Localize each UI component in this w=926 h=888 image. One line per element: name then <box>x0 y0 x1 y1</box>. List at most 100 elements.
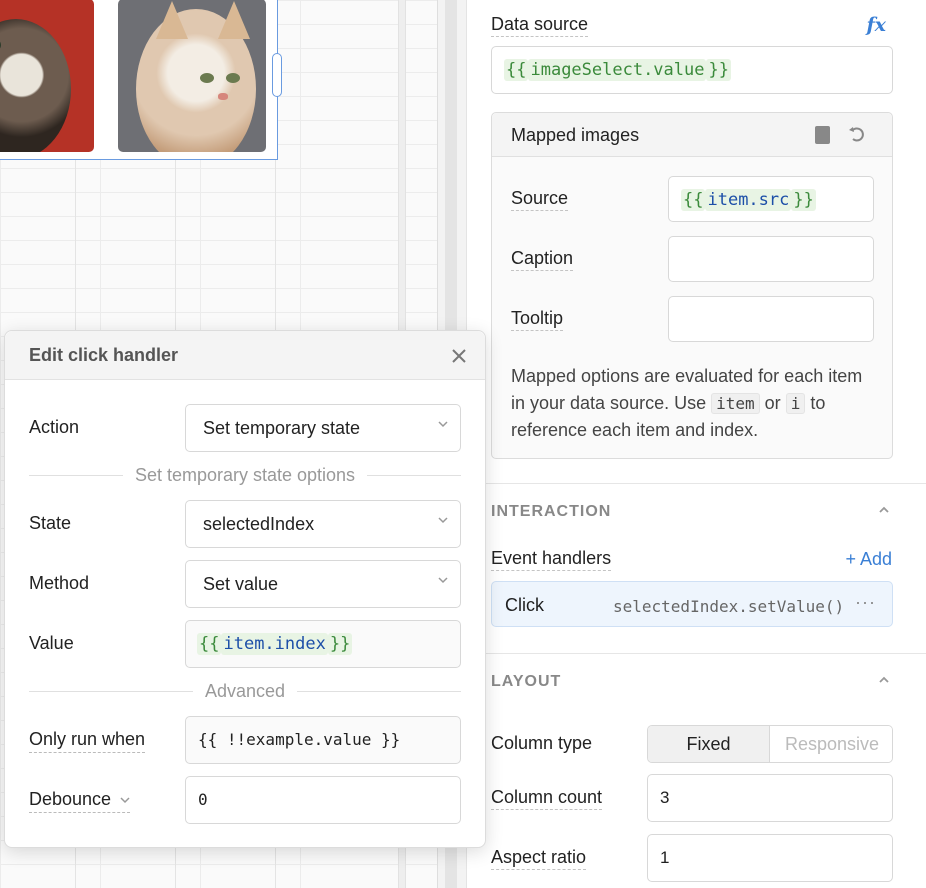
template-close-brace: }} <box>706 59 731 81</box>
code-chip-item: item <box>711 393 760 414</box>
kitten-photo-2[interactable] <box>118 0 266 152</box>
value-label: Value <box>29 633 74 653</box>
only-run-when-placeholder: {{ !!example.value }} <box>198 730 401 749</box>
tooltip-input[interactable] <box>668 296 874 342</box>
kitten-eye <box>200 73 214 83</box>
advanced-separator: Advanced <box>29 681 461 701</box>
mapped-images-section: Mapped images Source {{item.src}} Captio… <box>491 112 893 459</box>
popover-title: Edit click handler <box>29 345 179 365</box>
aspect-ratio-value: 1 <box>660 848 670 867</box>
state-row: State selectedIndex <box>29 500 461 548</box>
edit-click-handler-popover: Edit click handler Action Set temporary … <box>4 330 486 848</box>
popover-header: Edit click handler <box>5 331 485 380</box>
reset-icon[interactable] <box>848 125 866 143</box>
code-chip-i: i <box>785 393 806 414</box>
template-close-brace: }} <box>791 189 816 211</box>
kitten-ear <box>156 1 188 39</box>
method-value: Set value <box>203 574 279 594</box>
debounce-label-text: Debounce <box>29 789 112 809</box>
kitten-photo-1[interactable] <box>0 0 94 152</box>
state-options-separator: Set temporary state options <box>29 465 461 485</box>
aspect-ratio-input[interactable]: 1 <box>647 834 893 882</box>
event-handler-row[interactable]: Click selectedIndex.setValue() ··· <box>491 581 893 627</box>
add-event-handler-button[interactable]: + Add <box>845 549 892 570</box>
handler-event: Click <box>505 595 544 615</box>
divider <box>467 653 926 654</box>
action-label: Action <box>29 417 80 437</box>
close-icon[interactable] <box>451 348 467 364</box>
debounce-value: 0 <box>198 790 208 809</box>
value-code: {{item.index}} <box>197 633 353 655</box>
only-run-when-label: Only run when <box>29 729 146 753</box>
state-select[interactable]: selectedIndex <box>185 500 461 548</box>
action-select[interactable]: Set temporary state <box>185 404 461 452</box>
separator-label-wrap: Set temporary state options <box>29 465 461 486</box>
chevron-down-icon <box>438 577 448 584</box>
separator-label: Advanced <box>192 681 298 701</box>
kitten-nose <box>218 93 228 100</box>
more-options-icon[interactable]: ··· <box>855 592 876 613</box>
template-open-brace: {{ <box>504 59 529 81</box>
column-type-toggle: Fixed Responsive <box>647 725 893 763</box>
column-count-label: Column count <box>491 787 603 810</box>
data-source-value: {{imageSelect.value}} <box>504 59 731 81</box>
resize-handle[interactable] <box>272 53 282 97</box>
source-value: {{item.src}} <box>681 189 816 211</box>
value-row: Value {{item.index}} <box>29 620 461 668</box>
chevron-up-icon[interactable] <box>878 504 890 516</box>
separator-label-wrap: Advanced <box>29 681 461 702</box>
separator-label: Set temporary state options <box>122 465 368 485</box>
only-run-when-row: Only run when {{ !!example.value }} <box>29 716 461 764</box>
column-count-input[interactable]: 3 <box>647 774 893 822</box>
divider <box>467 483 926 484</box>
state-value: selectedIndex <box>203 514 315 534</box>
caption-input[interactable] <box>668 236 874 282</box>
debounce-label[interactable]: Debounce <box>29 789 131 813</box>
column-count-value: 3 <box>660 788 670 807</box>
mapped-images-title: Mapped images <box>511 125 640 145</box>
template-close-brace: }} <box>327 633 353 655</box>
column-type-responsive-option[interactable]: Responsive <box>771 726 892 762</box>
mapped-help-text: Mapped options are evaluated for each it… <box>511 363 881 444</box>
source-label: Source <box>511 188 569 211</box>
image-grid-component[interactable] <box>0 0 278 160</box>
chevron-down-icon <box>438 421 448 428</box>
chevron-up-icon[interactable] <box>878 674 890 686</box>
chevron-down-icon <box>438 517 448 524</box>
source-input[interactable]: {{item.src}} <box>668 176 874 222</box>
data-source-label: Data source <box>491 14 589 37</box>
value-input[interactable]: {{item.index}} <box>185 620 461 668</box>
action-value: Set temporary state <box>203 418 361 438</box>
event-handlers-label: Event handlers <box>491 548 612 571</box>
tooltip-label: Tooltip <box>511 308 564 331</box>
template-open-brace: {{ <box>681 189 706 211</box>
column-type-label: Column type <box>491 733 593 753</box>
aspect-ratio-label: Aspect ratio <box>491 847 587 870</box>
book-icon[interactable] <box>815 126 830 144</box>
state-label: State <box>29 513 72 533</box>
handler-action: selectedIndex.setValue() <box>613 597 845 616</box>
caption-label: Caption <box>511 248 574 271</box>
kitten-eye <box>226 73 240 83</box>
data-source-input[interactable]: {{imageSelect.value}} <box>491 46 893 94</box>
method-label: Method <box>29 573 90 593</box>
layout-section-title[interactable]: LAYOUT <box>491 673 561 691</box>
interaction-section-title[interactable]: INTERACTION <box>491 503 611 521</box>
debounce-input[interactable]: 0 <box>185 776 461 824</box>
template-expression: imageSelect.value <box>528 59 707 81</box>
debounce-row: Debounce 0 <box>29 776 461 824</box>
template-open-brace: {{ <box>197 633 222 655</box>
method-row: Method Set value <box>29 560 461 608</box>
method-select[interactable]: Set value <box>185 560 461 608</box>
action-row: Action Set temporary state <box>29 404 461 452</box>
kitten-image <box>0 19 71 152</box>
kitten-ear <box>218 1 250 39</box>
mapped-images-header: Mapped images <box>492 113 892 157</box>
fx-icon[interactable]: fx <box>866 14 886 36</box>
only-run-when-input[interactable]: {{ !!example.value }} <box>185 716 461 764</box>
inspector-panel: Data source fx {{imageSelect.value}} Map… <box>466 0 926 888</box>
chevron-down-icon <box>120 797 130 804</box>
column-type-fixed-option[interactable]: Fixed <box>648 726 770 762</box>
template-expression: item.index <box>221 633 328 655</box>
template-expression: item.src <box>705 189 792 211</box>
